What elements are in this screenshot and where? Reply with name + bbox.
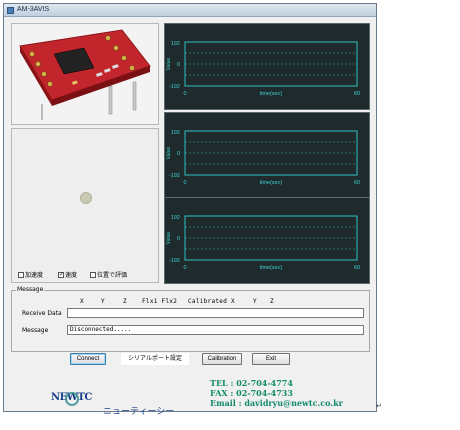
chart-z: 192 0 -192 Value 0 time(sec) 60 (164, 197, 370, 284)
chart-z-x-label: time(sec) (260, 265, 283, 271)
chart-x-y-mid: 0 (177, 62, 180, 68)
velocity-checkbox-label: 速度 (65, 272, 78, 279)
col-x: X (80, 298, 84, 305)
chart-y: 192 0 -192 Value 0 time(sec) 60 (164, 112, 370, 199)
chart-z-plot: 192 0 -192 Value 0 time(sec) 60 (166, 215, 360, 271)
chart-x: 192 0 -192 Value 0 time(sec) 60 (164, 23, 370, 110)
chart-y-x-start: 0 (183, 180, 186, 186)
contact-email: Email : davidryu@newtc.co.kr (210, 398, 343, 408)
col-flex: Flx1 Flx2 (142, 298, 178, 305)
message-label: Message (22, 327, 49, 334)
contact-fax: FAX : 02-704-4733 (210, 388, 293, 398)
chart-x-plot: 192 0 -192 Value 0 time(sec) 60 (166, 41, 360, 97)
chart-y-x-label: time(sec) (260, 180, 283, 186)
logo-ring-icon (65, 392, 79, 406)
chart-x-y-top: 192 (171, 41, 180, 47)
receive-data-field[interactable] (67, 308, 364, 318)
sensor-board-image (19, 29, 151, 120)
exit-button[interactable]: Exit (252, 353, 290, 365)
chart-y-y-bottom: -192 (169, 173, 180, 179)
calibration-button[interactable]: Calibration (202, 353, 242, 365)
accel-checkbox-box[interactable] (18, 271, 24, 278)
col-calibrated-z: Z (270, 298, 274, 305)
message-group-label: Message (16, 286, 45, 293)
title-bar: AM-3AVIS (4, 4, 376, 17)
orientation-indicator (80, 192, 92, 204)
company-logo: NEWTC (51, 392, 99, 406)
message-field[interactable]: Disconnected..... (67, 325, 364, 335)
contact-tel: TEL : 02-704-4774 (210, 378, 293, 388)
position-checkbox-label: 位置で評価 (97, 272, 128, 279)
chart-x-x-end: 60 (354, 91, 360, 97)
velocity-checkbox[interactable]: ✓ 速度 (58, 270, 77, 279)
connect-button[interactable]: Connect (70, 353, 106, 365)
company-name: ニューティーシー (103, 407, 175, 417)
chart-x-y-bottom: -192 (169, 84, 180, 90)
chart-y-y-mid: 0 (177, 151, 180, 157)
chart-y-x-end: 60 (354, 180, 360, 186)
col-z: Z (123, 298, 127, 305)
return-mark-icon: ↵ (376, 402, 382, 410)
serial-port-settings-button[interactable]: シリアルポート設定 (121, 353, 189, 365)
chart-y-y-top: 192 (171, 130, 180, 136)
sensor-photo-panel (11, 23, 159, 125)
chart-z-axis-label: Value (166, 232, 172, 245)
receive-data-label: Receive Data (22, 310, 62, 317)
position-checkbox-box[interactable] (90, 271, 96, 278)
display-options: 加速度 ✓ 速度 位置で評価 (18, 270, 158, 280)
position-checkbox[interactable]: 位置で評価 (90, 270, 127, 279)
chart-z-y-bottom: -192 (169, 258, 180, 264)
chart-y-axis-label: Value (166, 147, 172, 160)
col-calibrated-x: Calibrated X (188, 298, 235, 305)
accel-checkbox-label: 加速度 (25, 272, 44, 279)
app-icon (7, 7, 14, 14)
velocity-checkbox-box[interactable]: ✓ (58, 271, 64, 278)
col-calibrated-y: Y (253, 298, 257, 305)
chart-z-x-end: 60 (354, 265, 360, 271)
col-y: Y (101, 298, 105, 305)
orientation-view (11, 128, 159, 283)
message-group: Message X Y Z Flx1 Flx2 Calibrated X Y Z… (11, 286, 370, 352)
chart-x-x-label: time(sec) (260, 91, 283, 97)
chart-z-x-start: 0 (183, 265, 186, 271)
chart-z-y-top: 192 (171, 215, 180, 221)
window-title: AM-3AVIS (17, 6, 50, 13)
accel-checkbox[interactable]: 加速度 (18, 270, 43, 279)
app-window: AM-3AVIS 加速度 ✓ 速度 位置で評価 192 0 -192 Value… (3, 3, 377, 417)
chart-y-plot: 192 0 -192 Value 0 time(sec) 60 (166, 130, 360, 186)
chart-z-y-mid: 0 (177, 236, 180, 242)
chart-x-axis-label: Value (166, 58, 172, 71)
client-area: 加速度 ✓ 速度 位置で評価 192 0 -192 Value 0 time(s… (6, 18, 374, 417)
chart-x-x-start: 0 (183, 91, 186, 97)
